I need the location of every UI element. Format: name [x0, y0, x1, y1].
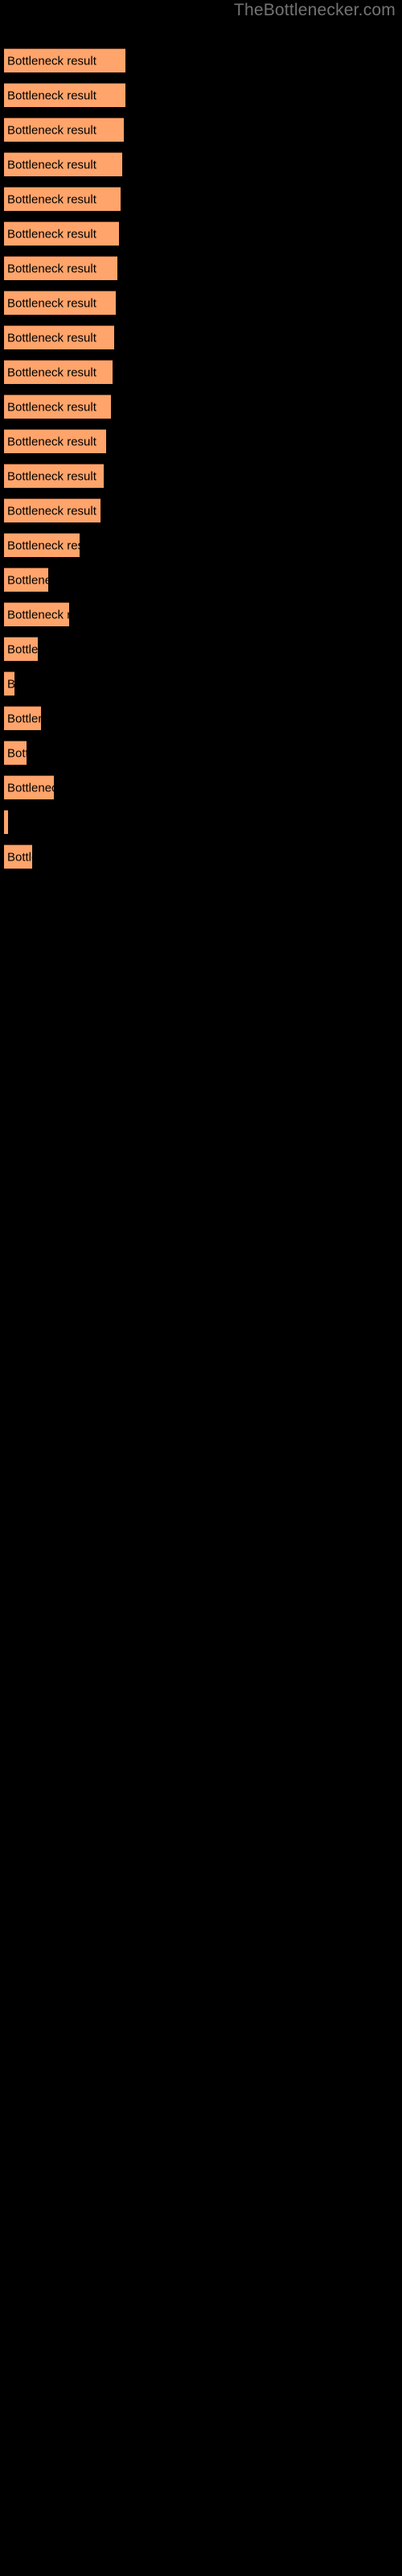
bar-6: Bottleneck result	[4, 221, 119, 246]
bar-1: Bottleneck result	[4, 48, 125, 72]
bar-label: Bottleneck result	[7, 573, 48, 587]
bar-21: Bottleneck result	[4, 741, 27, 765]
bar-10: Bottleneck result	[4, 360, 113, 384]
bar-23: Bottleneck result	[4, 810, 8, 834]
bar-label: Bottleneck result	[7, 435, 96, 448]
bar-label: Bottleneck result	[7, 296, 96, 310]
bar-label: Bottleneck result	[7, 504, 96, 518]
bar-label: Bottleneck result	[7, 642, 38, 656]
bar-label: Bottleneck result	[7, 89, 96, 102]
bar-15: Bottleneck result	[4, 533, 80, 557]
bar-5: Bottleneck result	[4, 187, 121, 211]
bar-label: Bottleneck result	[7, 400, 96, 414]
bar-label: Bottleneck result	[7, 227, 96, 241]
bar-7: Bottleneck result	[4, 256, 117, 280]
bar-19: Bottleneck result	[4, 671, 14, 696]
bar-4: Bottleneck result	[4, 152, 122, 176]
bottleneck-chart: TheBottlenecker.com Bottleneck result Bot…	[0, 0, 402, 2576]
bar-12: Bottleneck result	[4, 429, 106, 453]
bar-14: Bottleneck result	[4, 498, 100, 522]
bar-11: Bottleneck result	[4, 394, 111, 419]
bar-label: Bottleneck result	[7, 158, 96, 171]
bar-label: Bottleneck result	[7, 539, 80, 552]
bar-8: Bottleneck result	[4, 291, 116, 315]
bar-18: Bottleneck result	[4, 637, 38, 661]
bar-label: Bottleneck result	[7, 712, 41, 725]
bar-label: Bottleneck result	[7, 746, 27, 760]
bar-label: Bottleneck result	[7, 677, 14, 691]
bar-label: Bottleneck result	[7, 850, 32, 864]
bar-label: Bottleneck result	[7, 123, 96, 137]
bar-label: Bottleneck result	[7, 365, 96, 379]
bar-3: Bottleneck result	[4, 118, 124, 142]
bar-label: Bottleneck result	[7, 331, 96, 345]
bar-17: Bottleneck result	[4, 602, 69, 626]
bar-2: Bottleneck result	[4, 83, 125, 107]
bar-24: Bottleneck result	[4, 844, 32, 869]
bar-label: Bottleneck result	[7, 262, 96, 275]
bar-label: Bottleneck result	[7, 54, 96, 68]
bar-label: Bottleneck result	[7, 192, 96, 206]
bar-label: Bottleneck result	[7, 469, 96, 483]
bar-9: Bottleneck result	[4, 325, 114, 349]
bar-16: Bottleneck result	[4, 568, 48, 592]
bar-series: Bottleneck result Bottleneck result Bottle…	[0, 0, 402, 2576]
bar-13: Bottleneck result	[4, 464, 104, 488]
bar-label: Bottleneck result	[7, 781, 54, 795]
bar-22: Bottleneck result	[4, 775, 54, 799]
bar-label: Bottleneck result	[7, 608, 69, 621]
bar-label: Bottleneck result	[7, 815, 8, 829]
bar-20: Bottleneck result	[4, 706, 41, 730]
